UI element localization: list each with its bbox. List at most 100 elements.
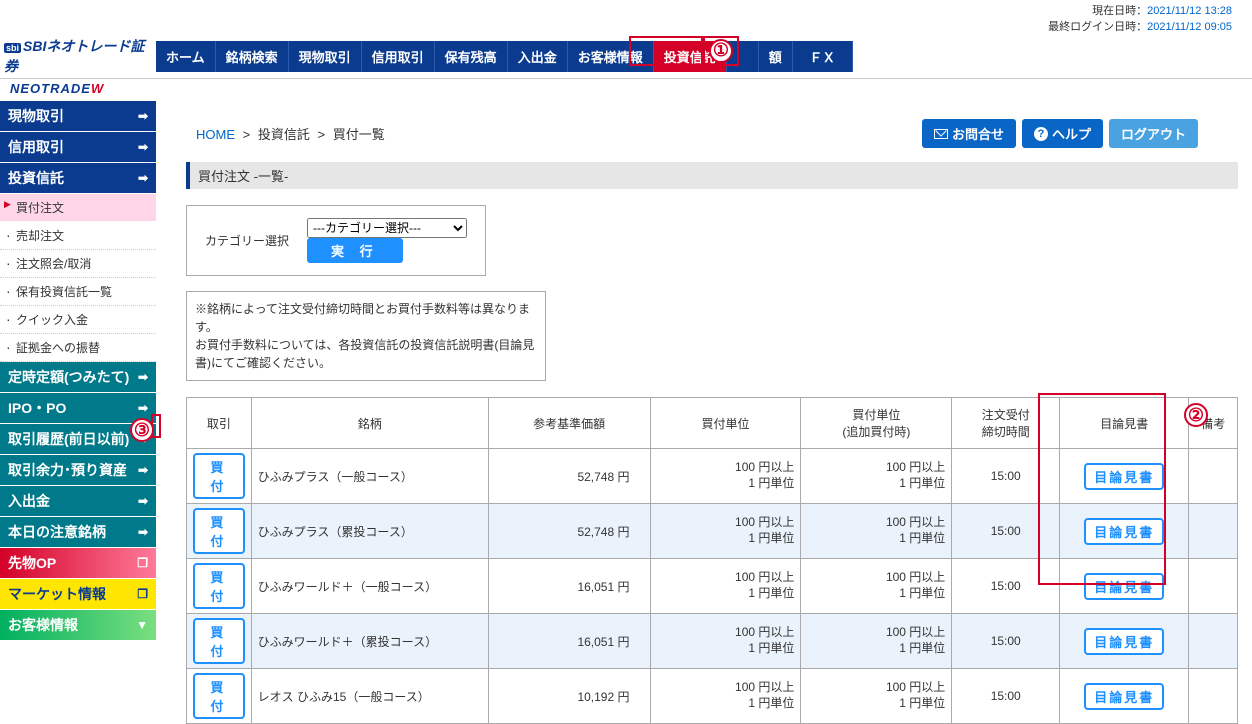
table-row: 買付ひふみワールド＋（累投コース）16,051 円100 円以上1 円単位100… bbox=[187, 614, 1238, 669]
sidebar-sub-inquiry[interactable]: 注文照会/取消 bbox=[0, 250, 156, 278]
fund-table: 取引 銘柄 参考基準価額 買付単位 買付単位 (追加買付時) 注文受付 締切時間… bbox=[186, 397, 1238, 724]
logo-sub: NEOTRADEW bbox=[0, 79, 156, 101]
deadline: 15:00 bbox=[952, 559, 1060, 614]
buy-button[interactable]: 買付 bbox=[193, 618, 245, 664]
fund-name: ひふみプラス（累投コース） bbox=[251, 504, 488, 559]
category-label: カテゴリー選択 bbox=[197, 216, 297, 265]
arrow-right-icon: ➡ bbox=[138, 494, 148, 508]
arrow-right-icon: ➡ bbox=[138, 171, 148, 185]
chevron-down-icon: ▼ bbox=[136, 618, 148, 632]
sidebar-sub-holdings[interactable]: 保有投資信託一覧 bbox=[0, 278, 156, 306]
buy-unit: 100 円以上1 円単位 bbox=[650, 449, 801, 504]
breadcrumb-l1: 投資信託 bbox=[258, 127, 310, 142]
nav-fx[interactable]: ＦＸ bbox=[793, 41, 853, 72]
prospectus-button[interactable]: 目論見書 bbox=[1084, 463, 1164, 490]
top-datetime-info: 現在日時：2021/11/12 13:28 最終ログイン日時：2021/11/1… bbox=[0, 0, 1252, 34]
global-nav: ホーム 銘柄検索 現物取引 信用取引 保有残高 入出金 お客様情報 投資信託 額… bbox=[156, 39, 853, 74]
breadcrumb-row: HOME > 投資信託 > 買付一覧 お問合せ ?ヘルプ ログアウト bbox=[186, 109, 1238, 162]
buy-unit-add: 100 円以上1 円単位 bbox=[801, 504, 952, 559]
contact-button[interactable]: お問合せ bbox=[922, 119, 1016, 148]
buy-unit-add: 100 円以上1 円単位 bbox=[801, 669, 952, 724]
sidebar-io[interactable]: 入出金➡ bbox=[0, 486, 156, 517]
buy-unit-add: 100 円以上1 円単位 bbox=[801, 449, 952, 504]
ref-price: 16,051 円 bbox=[488, 559, 650, 614]
arrow-right-icon: ➡ bbox=[138, 370, 148, 384]
remark bbox=[1189, 614, 1238, 669]
nav-genbutsu[interactable]: 現物取引 bbox=[289, 41, 362, 72]
nav-search[interactable]: 銘柄検索 bbox=[216, 41, 289, 72]
prospectus-button[interactable]: 目論見書 bbox=[1084, 573, 1164, 600]
nav-home[interactable]: ホーム bbox=[156, 41, 216, 72]
sidebar-market[interactable]: マーケット情報❐ bbox=[0, 579, 156, 610]
category-select[interactable]: ---カテゴリー選択--- bbox=[307, 218, 467, 238]
buy-button[interactable]: 買付 bbox=[193, 453, 245, 499]
ref-price: 52,748 円 bbox=[488, 449, 650, 504]
sidebar-customer[interactable]: お客様情報▼ bbox=[0, 610, 156, 641]
buy-unit-add: 100 円以上1 円単位 bbox=[801, 559, 952, 614]
sidebar-ipo[interactable]: IPO・PO➡ bbox=[0, 393, 156, 424]
sidebar-futures[interactable]: 先物OP❐ bbox=[0, 548, 156, 579]
sidebar-today[interactable]: 本日の注意銘柄➡ bbox=[0, 517, 156, 548]
table-row: 買付ひふみプラス（累投コース）52,748 円100 円以上1 円単位100 円… bbox=[187, 504, 1238, 559]
fund-name: ひふみワールド＋（累投コース） bbox=[251, 614, 488, 669]
buy-button[interactable]: 買付 bbox=[193, 673, 245, 719]
execute-button[interactable]: 実 行 bbox=[307, 238, 403, 263]
logout-button[interactable]: ログアウト bbox=[1109, 119, 1198, 148]
notice-text: ※銘柄によって注文受付締切時間とお買付手数料等は異なります。 お買付手数料につい… bbox=[186, 291, 546, 381]
arrow-right-icon: ➡ bbox=[138, 401, 148, 415]
fund-name: ひふみプラス（一般コース） bbox=[251, 449, 488, 504]
question-icon: ? bbox=[1034, 127, 1048, 141]
fund-name: レオス ひふみ15（一般コース） bbox=[251, 669, 488, 724]
category-filter-box: カテゴリー選択 ---カテゴリー選択--- 実 行 bbox=[186, 205, 486, 276]
th-name: 銘柄 bbox=[251, 398, 488, 449]
nav-shinyou[interactable]: 信用取引 bbox=[362, 41, 435, 72]
sidebar-sub-margin[interactable]: 証拠金への振替 bbox=[0, 334, 156, 362]
th-deadline: 注文受付 締切時間 bbox=[952, 398, 1060, 449]
sidebar-yoryoku[interactable]: 取引余力･預り資産➡ bbox=[0, 455, 156, 486]
th-unit1: 買付単位 bbox=[650, 398, 801, 449]
ref-price: 16,051 円 bbox=[488, 614, 650, 669]
th-unit2: 買付単位 (追加買付時) bbox=[801, 398, 952, 449]
remark bbox=[1189, 559, 1238, 614]
prospectus-button[interactable]: 目論見書 bbox=[1084, 518, 1164, 545]
marker-2-icon: ② bbox=[1184, 403, 1208, 427]
sidebar-genbutsu[interactable]: 現物取引➡ bbox=[0, 101, 156, 132]
table-row: 買付ひふみワールド＋（一般コース）16,051 円100 円以上1 円単位100… bbox=[187, 559, 1238, 614]
prospectus-button[interactable]: 目論見書 bbox=[1084, 628, 1164, 655]
table-row: 買付ひふみプラス（一般コース）52,748 円100 円以上1 円単位100 円… bbox=[187, 449, 1238, 504]
marker-1-icon: ① bbox=[709, 39, 733, 63]
buy-unit: 100 円以上1 円単位 bbox=[650, 559, 801, 614]
sidebar: 現物取引➡ 信用取引➡ 投資信託➡ 買付注文 売却注文 注文照会/取消 保有投資… bbox=[0, 101, 156, 724]
arrow-right-icon: ➡ bbox=[138, 140, 148, 154]
buy-button[interactable]: 買付 bbox=[193, 508, 245, 554]
mail-icon bbox=[934, 129, 948, 139]
buy-unit: 100 円以上1 円単位 bbox=[650, 504, 801, 559]
sidebar-sub-sell[interactable]: 売却注文 bbox=[0, 222, 156, 250]
sidebar-sub-quick[interactable]: クイック入金 bbox=[0, 306, 156, 334]
nav-nyushukkin[interactable]: 入出金 bbox=[508, 41, 568, 72]
nav-hoyuu[interactable]: 保有残高 bbox=[435, 41, 508, 72]
nav-gaku[interactable]: 額 bbox=[759, 41, 793, 72]
prospectus-button[interactable]: 目論見書 bbox=[1084, 683, 1164, 710]
deadline: 15:00 bbox=[952, 669, 1060, 724]
fund-name: ひふみワールド＋（一般コース） bbox=[251, 559, 488, 614]
sidebar-sub-buy[interactable]: 買付注文 bbox=[0, 194, 156, 222]
sidebar-teiji[interactable]: 定時定額(つみたて)➡ bbox=[0, 362, 156, 393]
th-trade: 取引 bbox=[187, 398, 252, 449]
buy-unit-add: 100 円以上1 円単位 bbox=[801, 614, 952, 669]
table-row: 買付レオス ひふみ15（一般コース）10,192 円100 円以上1 円単位10… bbox=[187, 669, 1238, 724]
nav-customer[interactable]: お客様情報 bbox=[568, 41, 654, 72]
arrow-right-icon: ➡ bbox=[138, 109, 148, 123]
deadline: 15:00 bbox=[952, 614, 1060, 669]
sidebar-toushin[interactable]: 投資信託➡ bbox=[0, 163, 156, 194]
sidebar-shinyou[interactable]: 信用取引➡ bbox=[0, 132, 156, 163]
main-content: ③ HOME > 投資信託 > 買付一覧 お問合せ ?ヘルプ ログアウト 買付注… bbox=[156, 101, 1252, 724]
popup-icon: ❐ bbox=[137, 556, 148, 570]
th-prospectus: 目論見書 bbox=[1060, 398, 1189, 449]
buy-button[interactable]: 買付 bbox=[193, 563, 245, 609]
popup-icon: ❐ bbox=[137, 587, 148, 601]
buy-unit: 100 円以上1 円単位 bbox=[650, 669, 801, 724]
breadcrumb-home[interactable]: HOME bbox=[196, 127, 235, 142]
help-button[interactable]: ?ヘルプ bbox=[1022, 119, 1103, 148]
buy-unit: 100 円以上1 円単位 bbox=[650, 614, 801, 669]
